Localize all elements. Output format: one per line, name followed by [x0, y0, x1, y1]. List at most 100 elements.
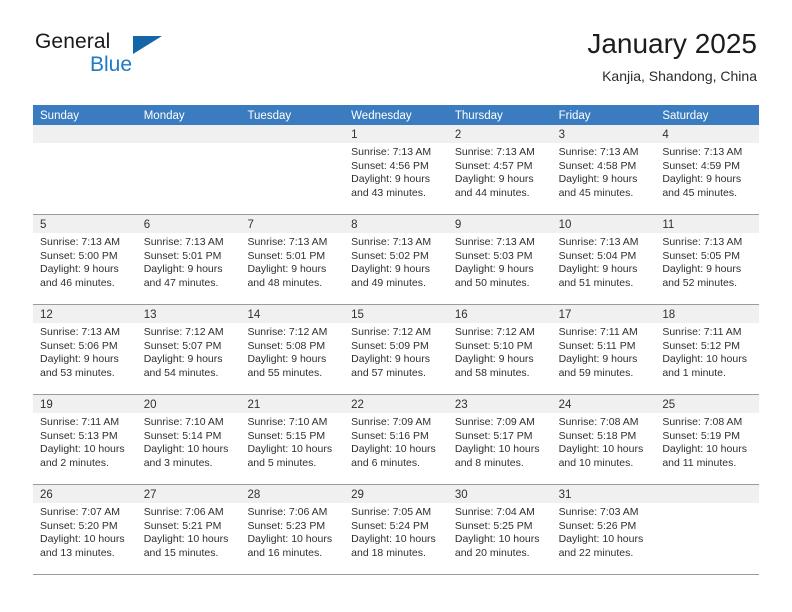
calendar-day-cell[interactable]: 31 Sunrise: 7:03 AM Sunset: 5:26 PM Dayligh…: [551, 485, 656, 574]
sunrise-text: Sunrise: 7:03 AM: [558, 506, 639, 518]
day-number-band: 19: [33, 395, 137, 413]
calendar-day-cell[interactable]: 24 Sunrise: 7:08 AM Sunset: 5:18 PM Dayligh…: [551, 395, 656, 484]
sunrise-text: Sunrise: 7:13 AM: [558, 146, 639, 158]
sunset-text: Sunset: 5:10 PM: [454, 339, 533, 352]
brand-triangle-icon: [133, 36, 162, 54]
daylight-text: and 16 minutes.: [247, 546, 323, 559]
day-number: 22: [351, 399, 364, 411]
day-details: Sunrise: 7:13 AM Sunset: 5:02 PM Daylight:…: [344, 233, 448, 290]
calendar-day-cell[interactable]: 20 Sunrise: 7:10 AM Sunset: 5:14 PM Dayligh…: [136, 395, 241, 484]
sunset-text: Sunset: 5:13 PM: [40, 429, 118, 442]
calendar-day-cell[interactable]: 30 Sunrise: 7:04 AM Sunset: 5:25 PM Dayligh…: [447, 485, 552, 574]
sunrise-text: Sunrise: 7:08 AM: [662, 416, 743, 428]
day-number: 6: [143, 219, 151, 231]
calendar-day-cell[interactable]: 12 Sunrise: 7:13 AM Sunset: 5:06 PM Dayligh…: [33, 305, 137, 394]
day-details: Sunrise: 7:12 AM Sunset: 5:10 PM Daylight:…: [448, 323, 552, 380]
day-number: 31: [558, 489, 572, 501]
calendar-day-cell[interactable]: 6 Sunrise: 7:13 AM Sunset: 5:01 PM Daylight…: [136, 215, 241, 304]
daylight-text: Daylight: 10 hours: [454, 533, 540, 546]
daylight-text: Daylight: 10 hours: [454, 443, 540, 456]
calendar-day-cell[interactable]: 21 Sunrise: 7:10 AM Sunset: 5:15 PM Dayligh…: [240, 395, 345, 484]
calendar-day-cell-empty: [240, 125, 345, 214]
sunset-text: Sunset: 5:07 PM: [143, 339, 222, 352]
calendar-day-cell[interactable]: 19 Sunrise: 7:11 AM Sunset: 5:13 PM Dayligh…: [33, 395, 137, 484]
calendar-day-cell[interactable]: 26 Sunrise: 7:07 AM Sunset: 5:20 PM Dayligh…: [33, 485, 137, 574]
day-number: 5: [40, 219, 47, 231]
calendar-day-cell[interactable]: 10 Sunrise: 7:13 AM Sunset: 5:04 PM Dayligh…: [551, 215, 656, 304]
sunset-text: Sunset: 4:58 PM: [558, 159, 637, 172]
daylight-text: Daylight: 10 hours: [558, 533, 644, 546]
daylight-text: and 53 minutes.: [40, 366, 115, 379]
sunset-text: Sunset: 5:03 PM: [454, 249, 533, 262]
sunrise-text: Sunrise: 7:13 AM: [247, 236, 328, 248]
calendar-weeks: 1 Sunrise: 7:13 AM Sunset: 4:56 PM Daylight…: [33, 125, 760, 575]
day-details: Sunrise: 7:09 AM Sunset: 5:16 PM Daylight:…: [344, 413, 448, 470]
daylight-text: Daylight: 9 hours: [143, 353, 223, 366]
day-number: 14: [247, 309, 261, 321]
day-details: Sunrise: 7:12 AM Sunset: 5:09 PM Daylight:…: [344, 323, 448, 380]
day-number-band: [33, 125, 137, 143]
day-details: Sunrise: 7:13 AM Sunset: 5:05 PM Daylight:…: [655, 233, 759, 290]
sunset-text: Sunset: 5:25 PM: [454, 519, 533, 532]
day-number: 10: [558, 219, 572, 231]
daylight-text: and 3 minutes.: [143, 456, 213, 469]
calendar-day-cell[interactable]: 2 Sunrise: 7:13 AM Sunset: 4:57 PM Daylight…: [447, 125, 552, 214]
calendar-day-cell[interactable]: 22 Sunrise: 7:09 AM Sunset: 5:16 PM Dayligh…: [344, 395, 448, 484]
calendar-day-cell[interactable]: 9 Sunrise: 7:13 AM Sunset: 5:03 PM Daylight…: [447, 215, 552, 304]
daylight-text: Daylight: 9 hours: [662, 263, 742, 276]
calendar-day-cell[interactable]: 28 Sunrise: 7:06 AM Sunset: 5:23 PM Dayligh…: [240, 485, 345, 574]
day-number-band: 10: [551, 215, 656, 233]
day-details: Sunrise: 7:13 AM Sunset: 4:58 PM Daylight:…: [552, 143, 656, 200]
daylight-text: and 18 minutes.: [351, 546, 426, 559]
calendar-day-cell[interactable]: 7 Sunrise: 7:13 AM Sunset: 5:01 PM Daylight…: [240, 215, 345, 304]
brand-logo[interactable]: General Blue: [33, 27, 233, 83]
calendar-day-cell[interactable]: 18 Sunrise: 7:11 AM Sunset: 5:12 PM Dayligh…: [655, 305, 760, 394]
day-details: Sunrise: 7:10 AM Sunset: 5:14 PM Daylight:…: [137, 413, 241, 470]
calendar-day-cell-empty: [655, 485, 760, 574]
daylight-text: and 54 minutes.: [143, 366, 219, 379]
calendar-day-cell[interactable]: 13 Sunrise: 7:12 AM Sunset: 5:07 PM Dayligh…: [136, 305, 241, 394]
day-number: 28: [247, 489, 261, 501]
calendar-day-cell[interactable]: 14 Sunrise: 7:12 AM Sunset: 5:08 PM Dayligh…: [240, 305, 345, 394]
page-header: General Blue January 2025 Kanjia, Shando…: [33, 27, 757, 99]
sunrise-text: Sunrise: 7:13 AM: [40, 326, 120, 338]
title-block: January 2025 Kanjia, Shandong, China: [587, 27, 757, 86]
calendar-day-cell[interactable]: 17 Sunrise: 7:11 AM Sunset: 5:11 PM Dayligh…: [551, 305, 656, 394]
calendar-day-cell[interactable]: 23 Sunrise: 7:09 AM Sunset: 5:17 PM Dayligh…: [447, 395, 552, 484]
calendar-day-cell[interactable]: 3 Sunrise: 7:13 AM Sunset: 4:58 PM Daylight…: [551, 125, 656, 214]
day-details: Sunrise: 7:13 AM Sunset: 4:56 PM Daylight:…: [344, 143, 448, 200]
calendar-day-cell[interactable]: 15 Sunrise: 7:12 AM Sunset: 5:09 PM Dayligh…: [344, 305, 448, 394]
calendar-day-cell[interactable]: 29 Sunrise: 7:05 AM Sunset: 5:24 PM Dayligh…: [344, 485, 448, 574]
brand-name-blue: Blue: [90, 53, 133, 76]
calendar-day-cell[interactable]: 25 Sunrise: 7:08 AM Sunset: 5:19 PM Dayligh…: [655, 395, 760, 484]
day-details: Sunrise: 7:11 AM Sunset: 5:12 PM Daylight:…: [655, 323, 759, 380]
brand-name-general: General: [35, 30, 111, 53]
day-number-band: 26: [33, 485, 137, 503]
calendar-day-cell[interactable]: 4 Sunrise: 7:13 AM Sunset: 4:59 PM Daylight…: [655, 125, 760, 214]
day-number: 11: [662, 219, 675, 231]
daylight-text: Daylight: 9 hours: [558, 263, 638, 276]
sunrise-text: Sunrise: 7:11 AM: [40, 416, 120, 428]
calendar-day-cell[interactable]: 8 Sunrise: 7:13 AM Sunset: 5:02 PM Daylight…: [344, 215, 448, 304]
calendar-page: General Blue January 2025 Kanjia, Shando…: [0, 0, 792, 612]
daylight-text: and 20 minutes.: [454, 546, 530, 559]
daylight-text: and 52 minutes.: [662, 276, 738, 289]
day-details: Sunrise: 7:10 AM Sunset: 5:15 PM Daylight:…: [240, 413, 344, 470]
daylight-text: and 2 minutes.: [40, 456, 109, 469]
calendar-day-cell[interactable]: 5 Sunrise: 7:13 AM Sunset: 5:00 PM Daylight…: [33, 215, 137, 304]
daylight-text: Daylight: 9 hours: [558, 173, 638, 186]
daylight-text: Daylight: 10 hours: [143, 533, 229, 546]
calendar-day-cell[interactable]: 11 Sunrise: 7:13 AM Sunset: 5:05 PM Dayligh…: [655, 215, 760, 304]
day-details: Sunrise: 7:13 AM Sunset: 5:00 PM Daylight:…: [33, 233, 137, 290]
day-number-band: 11: [655, 215, 760, 233]
daylight-text: Daylight: 10 hours: [247, 443, 333, 456]
day-number-band: 15: [344, 305, 448, 323]
day-details: Sunrise: 7:06 AM Sunset: 5:21 PM Daylight:…: [137, 503, 241, 560]
calendar-day-cell[interactable]: 1 Sunrise: 7:13 AM Sunset: 4:56 PM Daylight…: [344, 125, 448, 214]
calendar-day-cell[interactable]: 27 Sunrise: 7:06 AM Sunset: 5:21 PM Dayligh…: [136, 485, 241, 574]
calendar-day-cell[interactable]: 16 Sunrise: 7:12 AM Sunset: 5:10 PM Dayligh…: [447, 305, 552, 394]
daylight-text: Daylight: 10 hours: [662, 353, 747, 366]
sunset-text: Sunset: 5:04 PM: [558, 249, 637, 262]
sunrise-text: Sunrise: 7:09 AM: [351, 416, 432, 428]
sunrise-text: Sunrise: 7:11 AM: [662, 326, 742, 338]
